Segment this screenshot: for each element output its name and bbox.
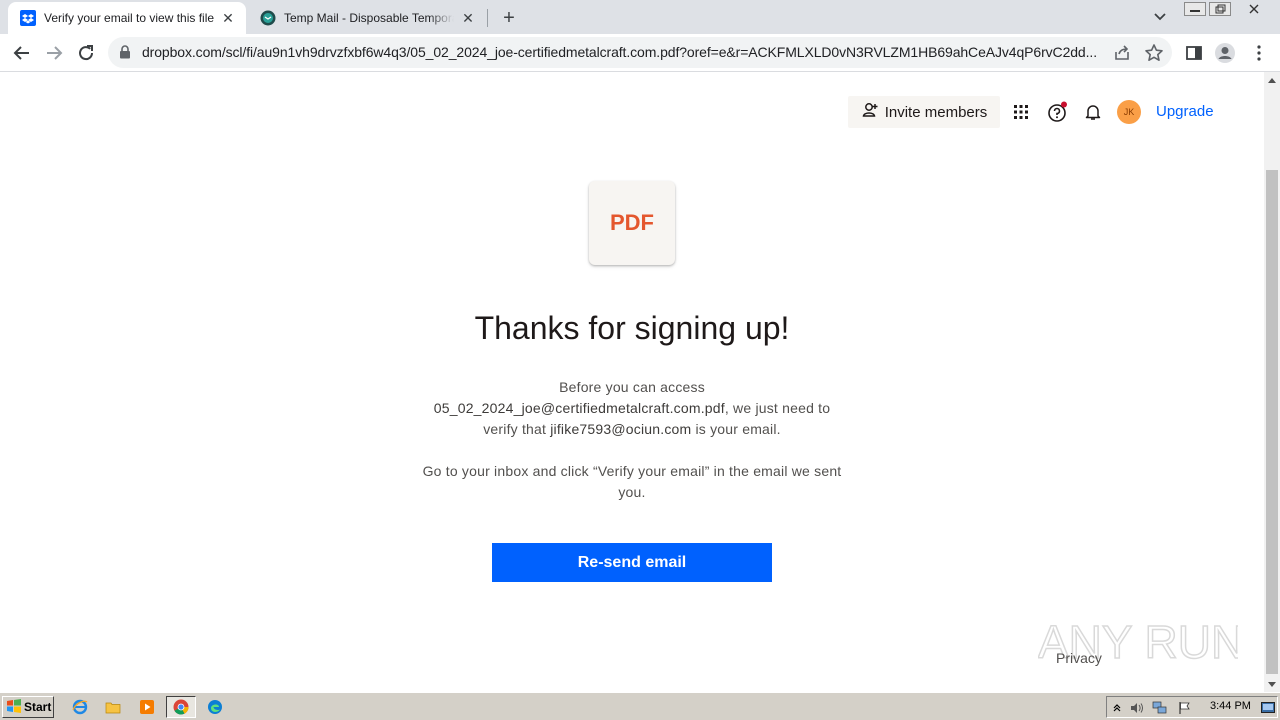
tray-expand-icon[interactable] bbox=[1109, 700, 1125, 716]
close-tab-icon[interactable]: ✕ bbox=[460, 10, 476, 26]
invite-members-label: Invite members bbox=[884, 103, 988, 121]
message-line-3: verify that jifike7593@ociun.com is your… bbox=[412, 419, 852, 440]
page-scrollbar[interactable] bbox=[1264, 72, 1280, 692]
url-text[interactable]: dropbox.com/scl/fi/au9n1vh9drvzfxbf6w4q3… bbox=[142, 44, 1104, 60]
menu-dots-icon[interactable] bbox=[1248, 42, 1270, 64]
browser-toolbar: dropbox.com/scl/fi/au9n1vh9drvzfxbf6w4q3… bbox=[0, 34, 1280, 72]
lock-icon[interactable] bbox=[118, 45, 132, 59]
new-tab-icon[interactable]: + bbox=[498, 7, 520, 29]
side-panel-icon[interactable] bbox=[1183, 42, 1205, 64]
tab-separator bbox=[487, 9, 488, 27]
invite-members-button[interactable]: Invite members bbox=[848, 96, 1000, 128]
message-line-3-post: is your email. bbox=[691, 421, 781, 437]
app-grid-icon[interactable] bbox=[1009, 100, 1033, 124]
close-window-icon[interactable] bbox=[1243, 2, 1265, 16]
verify-message: Before you can access 05_02_2024_joe@cer… bbox=[412, 377, 852, 440]
message-line-1: Before you can access bbox=[559, 379, 705, 395]
address-bar[interactable]: dropbox.com/scl/fi/au9n1vh9drvzfxbf6w4q3… bbox=[108, 37, 1172, 68]
avatar[interactable]: JK bbox=[1117, 100, 1141, 124]
system-tray: 3:44 PM bbox=[1106, 696, 1278, 718]
dropbox-icon bbox=[20, 10, 36, 26]
media-player-icon[interactable] bbox=[136, 696, 158, 718]
tab-strip: Verify your email to view this file ✕ Te… bbox=[0, 0, 1280, 34]
tempmail-icon bbox=[260, 10, 276, 26]
clock[interactable]: 3:44 PM bbox=[1210, 700, 1251, 712]
start-button[interactable]: Start bbox=[2, 696, 54, 718]
resend-email-button[interactable]: Re-send email bbox=[492, 543, 772, 582]
close-tab-icon[interactable]: ✕ bbox=[220, 10, 236, 26]
taskbar: Start 3:44 PM bbox=[0, 692, 1280, 720]
scroll-down-arrow-icon[interactable] bbox=[1264, 676, 1280, 692]
flag-icon[interactable] bbox=[1177, 700, 1193, 716]
bell-icon[interactable] bbox=[1081, 100, 1105, 124]
add-person-icon bbox=[861, 101, 879, 123]
email-text: jifike7593@ociun.com bbox=[550, 421, 692, 437]
bookmark-star-icon[interactable] bbox=[1144, 43, 1164, 63]
forward-arrow-icon[interactable] bbox=[40, 39, 68, 67]
windows-logo-icon bbox=[6, 698, 22, 716]
start-label: Start bbox=[24, 700, 52, 714]
message-line-2: 05_02_2024_joe@certifiedmetalcraft.com.p… bbox=[412, 398, 852, 419]
upgrade-link[interactable]: Upgrade bbox=[1156, 103, 1214, 120]
privacy-link[interactable]: Privacy bbox=[1056, 650, 1102, 666]
folder-icon[interactable] bbox=[102, 696, 124, 718]
chrome-taskbar-icon[interactable] bbox=[166, 696, 196, 718]
scroll-up-arrow-icon[interactable] bbox=[1264, 72, 1280, 88]
profile-icon[interactable] bbox=[1214, 42, 1236, 64]
page-content: Invite members JK Upgrade PDF Thanks for… bbox=[0, 72, 1264, 692]
scrollbar-thumb[interactable] bbox=[1266, 170, 1278, 674]
page-title: Thanks for signing up! bbox=[474, 310, 790, 346]
show-desktop-icon[interactable] bbox=[1260, 700, 1276, 716]
instruction-text: Go to your inbox and click “Verify your … bbox=[422, 463, 842, 500]
network-icon[interactable] bbox=[1152, 700, 1168, 716]
share-icon[interactable] bbox=[1113, 44, 1131, 62]
restore-icon[interactable] bbox=[1209, 2, 1231, 16]
tab-verify-email[interactable]: Verify your email to view this file ✕ bbox=[8, 2, 246, 34]
filename-text: 05_02_2024_joe@certifiedmetalcraft.com.p… bbox=[433, 400, 725, 416]
ie-icon[interactable] bbox=[69, 696, 91, 718]
message-line-2-rest: , we just need to bbox=[724, 400, 831, 416]
help-icon[interactable] bbox=[1045, 100, 1069, 124]
reload-icon[interactable] bbox=[72, 39, 100, 67]
message-line-3-pre: verify that bbox=[483, 421, 551, 437]
pdf-file-icon: PDF bbox=[589, 181, 675, 265]
minimize-icon[interactable] bbox=[1184, 2, 1206, 16]
back-arrow-icon[interactable] bbox=[8, 39, 36, 67]
tab-temp-mail[interactable]: Temp Mail - Disposable Temporary Email ✕ bbox=[248, 2, 486, 34]
volume-icon[interactable] bbox=[1129, 700, 1145, 716]
tab-title: Temp Mail - Disposable Temporary Email bbox=[284, 11, 454, 25]
tab-title: Verify your email to view this file bbox=[44, 11, 214, 25]
edge-icon[interactable] bbox=[204, 696, 226, 718]
tab-search-chevron-icon[interactable] bbox=[1150, 8, 1170, 26]
